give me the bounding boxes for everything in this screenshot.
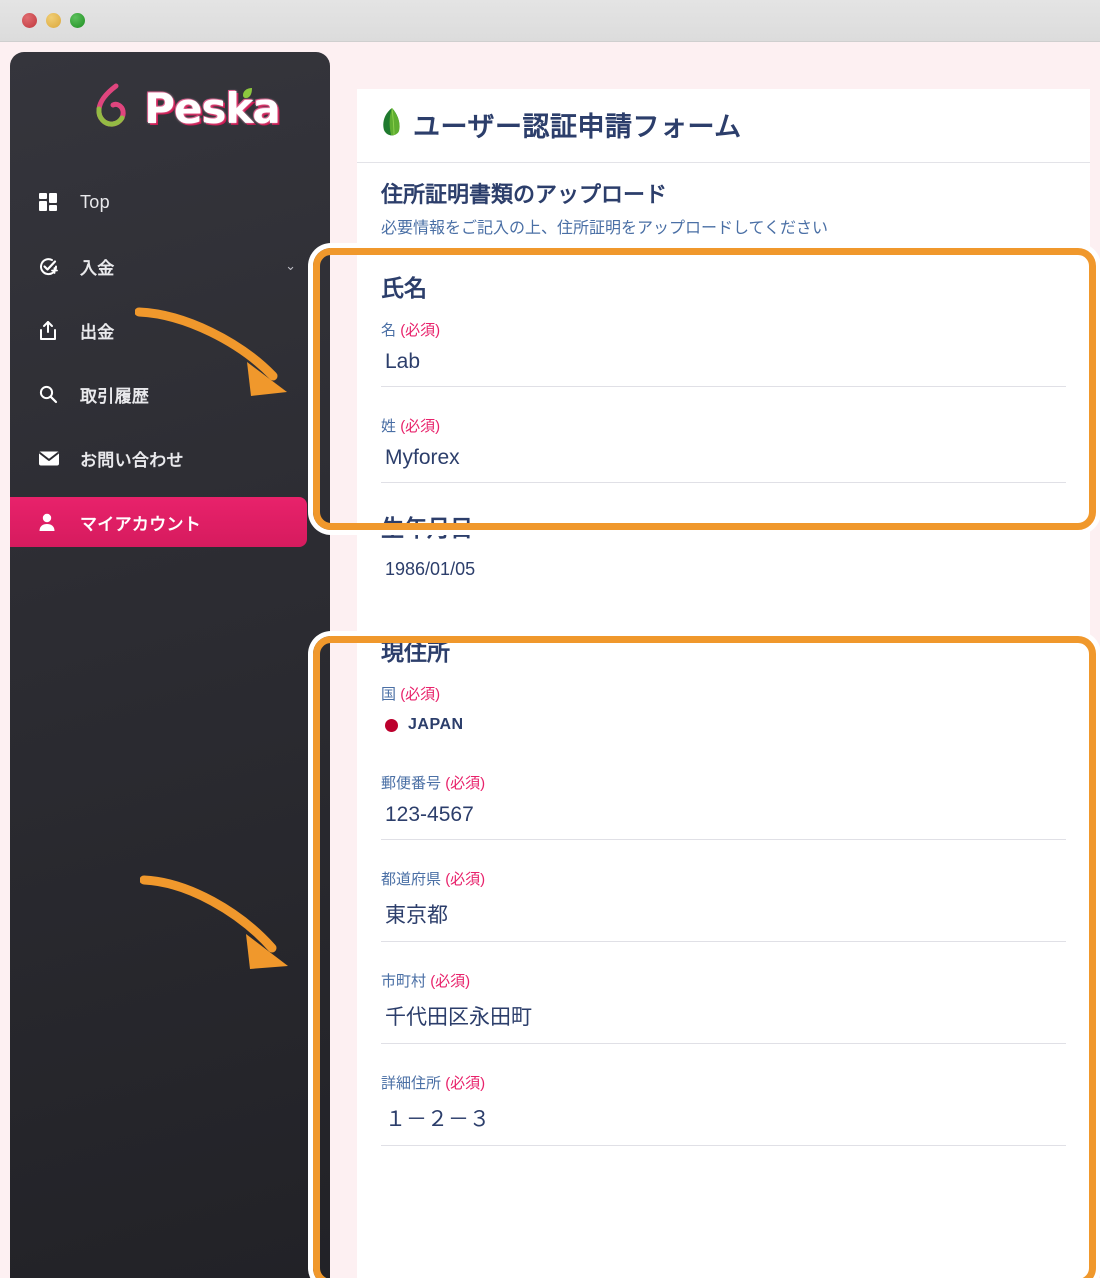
- city-field: 市町村 (必須) 千代田区永田町: [381, 970, 1066, 1044]
- last-name-label: 姓 (必須): [381, 415, 1066, 436]
- window-titlebar: [0, 0, 1100, 42]
- street-address-value[interactable]: １－２－３: [381, 1103, 1066, 1146]
- country-field: 国 (必須) JAPAN: [381, 683, 1066, 744]
- deposit-icon: [38, 256, 64, 277]
- required-badge: (必須): [430, 973, 471, 990]
- last-name-value[interactable]: Myforex: [381, 446, 1066, 483]
- mail-icon: [38, 450, 64, 467]
- sidebar-item-top[interactable]: Top: [10, 177, 330, 227]
- birthdate-block-title: 生年月日: [381, 515, 473, 541]
- required-badge: (必須): [400, 418, 441, 435]
- search-icon: [38, 384, 64, 404]
- name-block: 氏名 名 (必須) Lab 姓 (必須) Myforex: [357, 269, 1090, 483]
- street-address-label-text: 詳細住所: [381, 1075, 442, 1092]
- city-value[interactable]: 千代田区永田町: [381, 1001, 1066, 1044]
- maximize-button[interactable]: [70, 13, 85, 28]
- postal-code-label-text: 郵便番号: [381, 775, 442, 792]
- prefecture-value[interactable]: 東京都: [381, 899, 1066, 942]
- section-heading: 住所証明書類のアップロード: [381, 182, 668, 207]
- prefecture-label-text: 都道府県: [381, 871, 442, 888]
- postal-code-label: 郵便番号 (必須): [381, 772, 1066, 793]
- sidebar-item-label: 出金: [80, 322, 115, 342]
- main-content: ユーザー認証申請フォーム 住所証明書類のアップロード 必要情報をご記入の上、住所…: [340, 52, 1090, 1278]
- city-label-text: 市町村: [381, 973, 427, 990]
- country-label-text: 国: [381, 686, 397, 703]
- brand-name: Peska: [144, 84, 281, 133]
- required-badge: (必須): [400, 686, 441, 703]
- sidebar-item-label: 取引履歴: [80, 386, 150, 406]
- withdraw-icon: [38, 320, 64, 341]
- required-badge: (必須): [400, 322, 441, 339]
- required-badge: (必須): [445, 1075, 486, 1092]
- grid-icon: [38, 192, 64, 212]
- last-name-label-text: 姓: [381, 418, 397, 435]
- city-label: 市町村 (必須): [381, 970, 1066, 991]
- leaf-icon: [381, 107, 403, 142]
- sidebar-item-my-account[interactable]: マイアカウント: [10, 497, 307, 547]
- address-block: 現住所 国 (必須) JAPAN 郵便番号 (必須) 123-4567 都道府県…: [357, 633, 1090, 1194]
- page-title-text: ユーザー認証申請フォーム: [413, 112, 742, 142]
- sidebar-item-label: お問い合わせ: [80, 450, 184, 470]
- sidebar-nav: Top 入金 ⌄ 出金 取引履歴 お問い合わせ マイアカウント: [10, 177, 330, 547]
- first-name-label-text: 名: [381, 322, 397, 339]
- japan-flag-dot-icon: [385, 718, 398, 732]
- address-block-title: 現住所: [381, 639, 450, 665]
- peach-icon: [86, 80, 138, 137]
- first-name-value[interactable]: Lab: [381, 350, 1066, 387]
- page-title: ユーザー認証申請フォーム: [357, 89, 1090, 163]
- birthdate-value[interactable]: 1986/01/05: [381, 559, 1066, 593]
- peska-logo[interactable]: Peska: [86, 80, 281, 137]
- sidebar-item-withdraw[interactable]: 出金: [10, 305, 330, 355]
- close-button[interactable]: [22, 13, 37, 28]
- form-card: ユーザー認証申請フォーム 住所証明書類のアップロード 必要情報をご記入の上、住所…: [357, 89, 1090, 1278]
- window-controls: [22, 13, 85, 28]
- street-address-field: 詳細住所 (必須) １－２－３: [381, 1072, 1066, 1146]
- first-name-label: 名 (必須): [381, 319, 1066, 340]
- section-description: 必要情報をご記入の上、住所証明をアップロードしてください: [381, 220, 829, 237]
- brand-leaf-icon: [240, 86, 254, 105]
- prefecture-label: 都道府県 (必須): [381, 868, 1066, 889]
- sidebar-item-label: Top: [80, 191, 110, 212]
- street-address-label: 詳細住所 (必須): [381, 1072, 1066, 1093]
- app-window: Peska Top 入金 ⌄ 出金 取引履歴 お問い合わせ マイアカウント ユー…: [0, 0, 1100, 1278]
- user-icon: [38, 513, 64, 532]
- country-value-text: JAPAN: [408, 716, 464, 733]
- required-badge: (必須): [445, 871, 486, 888]
- postal-code-value[interactable]: 123-4567: [381, 803, 1066, 840]
- first-name-field: 名 (必須) Lab: [381, 319, 1066, 387]
- birthdate-block: 生年月日 1986/01/05: [357, 509, 1090, 593]
- minimize-button[interactable]: [46, 13, 61, 28]
- postal-code-field: 郵便番号 (必須) 123-4567: [381, 772, 1066, 840]
- sidebar-item-label: 入金: [80, 258, 115, 278]
- name-block-title: 氏名: [381, 275, 427, 301]
- country-value[interactable]: JAPAN: [381, 714, 1066, 744]
- country-label: 国 (必須): [381, 683, 1066, 704]
- brand-area: Peska: [10, 52, 330, 157]
- last-name-field: 姓 (必須) Myforex: [381, 415, 1066, 483]
- prefecture-field: 都道府県 (必須) 東京都: [381, 868, 1066, 942]
- sidebar-item-label: マイアカウント: [80, 514, 202, 534]
- sidebar-item-history[interactable]: 取引履歴: [10, 369, 330, 419]
- required-badge: (必須): [445, 775, 486, 792]
- sidebar-item-contact[interactable]: お問い合わせ: [10, 433, 330, 483]
- section-header: 住所証明書類のアップロード 必要情報をご記入の上、住所証明をアップロードしてくだ…: [357, 163, 1090, 243]
- app-body: Peska Top 入金 ⌄ 出金 取引履歴 お問い合わせ マイアカウント ユー…: [0, 42, 1100, 1278]
- sidebar: Peska Top 入金 ⌄ 出金 取引履歴 お問い合わせ マイアカウント: [10, 52, 330, 1278]
- chevron-down-icon[interactable]: ⌄: [285, 258, 296, 274]
- sidebar-item-deposit[interactable]: 入金 ⌄: [10, 241, 330, 291]
